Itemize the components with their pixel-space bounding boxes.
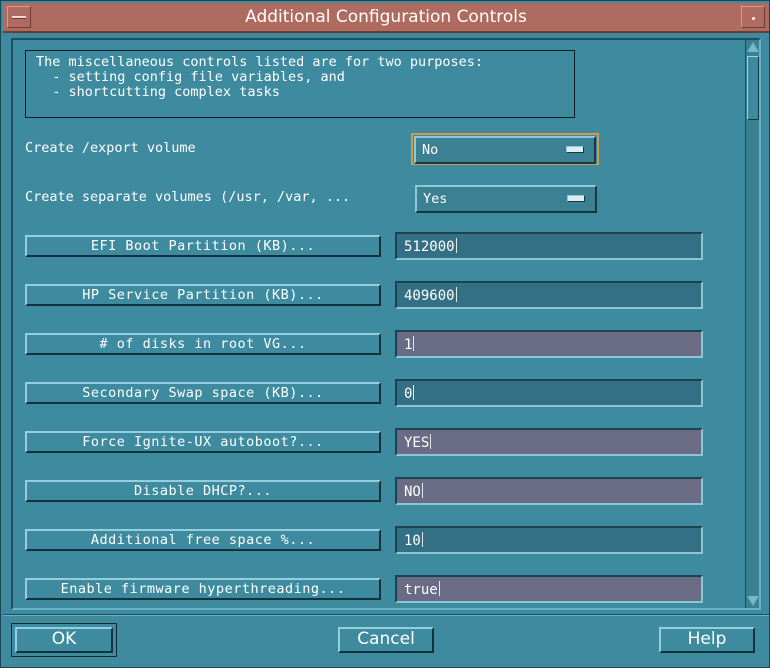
additional-free-space-field[interactable]: 10 [395, 526, 703, 554]
vertical-scrollbar[interactable] [745, 40, 759, 608]
firmware-hyperthreading-field[interactable]: true [395, 575, 703, 603]
button-separator [3, 614, 769, 616]
text-cursor [455, 238, 457, 253]
export-volume-option-menu[interactable]: No [414, 136, 596, 164]
text-cursor [421, 532, 423, 547]
ok-button[interactable]: OK [15, 627, 113, 653]
efi-boot-partition-field[interactable]: 512000 [395, 232, 703, 260]
scroll-thumb[interactable] [747, 56, 759, 120]
help-button[interactable]: Help [659, 627, 755, 653]
additional-free-space-button[interactable]: Additional free space %... [25, 529, 381, 551]
option-menu-icon [567, 195, 585, 202]
disable-dhcp-button[interactable]: Disable DHCP?... [25, 480, 381, 502]
separate-volumes-option-menu[interactable]: Yes [415, 185, 597, 213]
scroll-content: The miscellaneous controls listed are fo… [11, 38, 761, 610]
disable-dhcp-field[interactable]: NO [395, 477, 703, 505]
separate-volumes-label: Create separate volumes (/usr, /var, ... [25, 189, 351, 205]
export-volume-label: Create /export volume [25, 140, 196, 156]
scroll-up-arrow-icon[interactable] [747, 42, 759, 52]
field-value: YES [404, 435, 430, 451]
export-volume-value: No [422, 142, 439, 158]
field-value: 1 [404, 337, 413, 353]
info-box: The miscellaneous controls listed are fo… [25, 50, 575, 118]
field-value: 512000 [404, 239, 455, 255]
text-cursor [413, 336, 415, 351]
text-cursor [455, 287, 457, 302]
info-line: - setting config file variables, and [36, 69, 345, 85]
field-value: 10 [404, 533, 421, 549]
field-value: NO [404, 484, 421, 500]
force-autoboot-field[interactable]: YES [395, 428, 703, 456]
option-menu-icon [566, 146, 584, 153]
minimize-icon [752, 17, 755, 20]
force-autoboot-button[interactable]: Force Ignite-UX autoboot?... [25, 431, 381, 453]
field-value: true [404, 582, 438, 598]
efi-boot-partition-button[interactable]: EFI Boot Partition (KB)... [25, 235, 381, 257]
text-cursor [438, 581, 440, 596]
scroll-down-arrow-icon[interactable] [747, 596, 759, 606]
window-title: Additional Configuration Controls [245, 7, 527, 27]
field-value: 0 [404, 386, 413, 402]
cancel-button[interactable]: Cancel [338, 627, 434, 653]
text-cursor [421, 483, 423, 498]
minimize-button[interactable] [741, 6, 765, 28]
hp-service-partition-button[interactable]: HP Service Partition (KB)... [25, 284, 381, 306]
info-line: The miscellaneous controls listed are fo… [36, 54, 484, 70]
disks-in-root-vg-button[interactable]: # of disks in root VG... [25, 333, 381, 355]
text-cursor [413, 385, 415, 400]
disks-in-root-vg-field[interactable]: 1 [395, 330, 703, 358]
separate-volumes-value: Yes [423, 191, 448, 207]
title-bar[interactable]: Additional Configuration Controls [3, 3, 769, 33]
secondary-swap-button[interactable]: Secondary Swap space (KB)... [25, 382, 381, 404]
firmware-hyperthreading-button[interactable]: Enable firmware hyperthreading... [25, 578, 381, 600]
field-value: 409600 [404, 288, 455, 304]
text-cursor [430, 434, 432, 449]
hp-service-partition-field[interactable]: 409600 [395, 281, 703, 309]
info-line: - shortcutting complex tasks [36, 84, 280, 100]
secondary-swap-field[interactable]: 0 [395, 379, 703, 407]
dialog-window: Additional Configuration Controls The mi… [0, 0, 770, 668]
